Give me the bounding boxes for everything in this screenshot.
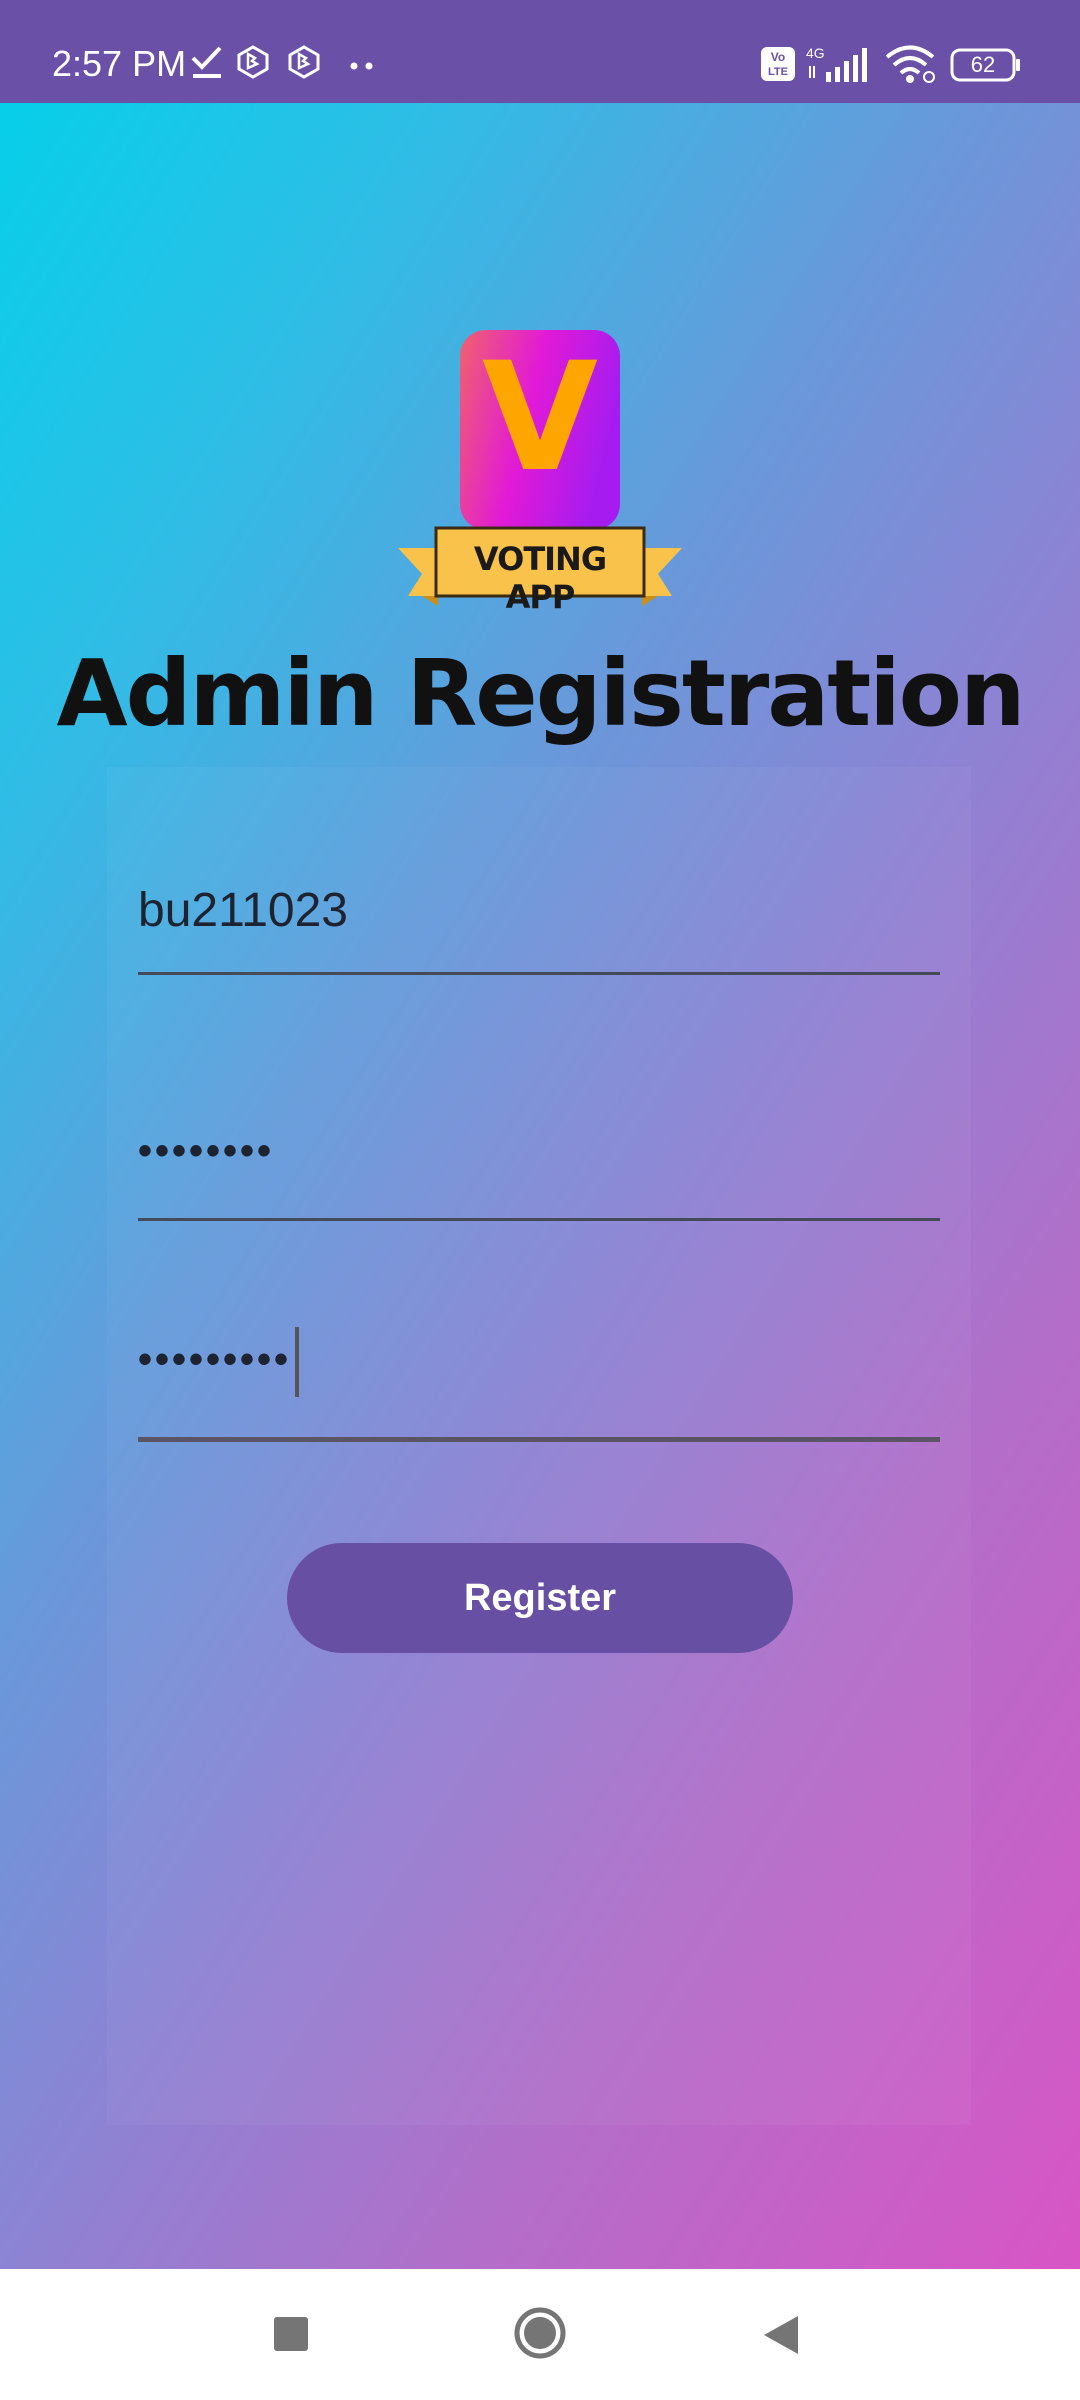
screen: 2:57 PM Vo LTE 4G 62 V VOTING APP Admin … [0, 0, 1080, 2400]
bing-icon [287, 44, 321, 85]
home-circle-icon[interactable] [512, 2305, 568, 2366]
confirm-password-field[interactable]: ••••••••• [138, 1319, 940, 1442]
wifi-icon [884, 44, 938, 89]
status-bar: 2:57 PM Vo LTE 4G 62 [0, 0, 1080, 103]
back-triangle-icon[interactable] [760, 2313, 802, 2362]
signal-icon: 4G [804, 44, 874, 89]
register-button[interactable]: Register [287, 1543, 793, 1653]
page-title: Admin Registration [56, 640, 1025, 747]
volte-icon: Vo LTE [760, 46, 796, 87]
logo-banner-text: VOTING APP [473, 540, 607, 616]
bing-icon [236, 44, 270, 85]
recents-square-icon[interactable] [272, 2315, 312, 2360]
more-dots-icon [350, 58, 374, 76]
username-field[interactable]: bu211023 [138, 852, 940, 975]
check-icon [190, 44, 224, 85]
password-field[interactable]: •••••••• [138, 1098, 940, 1221]
navigation-bar [0, 2269, 1080, 2400]
voting-app-logo: V VOTING APP [398, 330, 682, 616]
password-value: •••••••• [138, 1129, 275, 1173]
logo-letter: V [481, 331, 599, 505]
svg-text:Vo: Vo [771, 50, 785, 64]
svg-text:4G: 4G [806, 45, 825, 61]
main-content: V VOTING APP Admin Registration bu211023… [0, 103, 1080, 2269]
text-cursor [295, 1327, 300, 1397]
confirm-password-wrap: ••••••••• [138, 1327, 300, 1397]
svg-text:LTE: LTE [768, 66, 788, 78]
status-time: 2:57 PM [52, 43, 187, 84]
confirm-password-value: ••••••••• [138, 1337, 292, 1382]
battery-level: 62 [970, 52, 996, 77]
username-value: bu211023 [138, 884, 348, 937]
